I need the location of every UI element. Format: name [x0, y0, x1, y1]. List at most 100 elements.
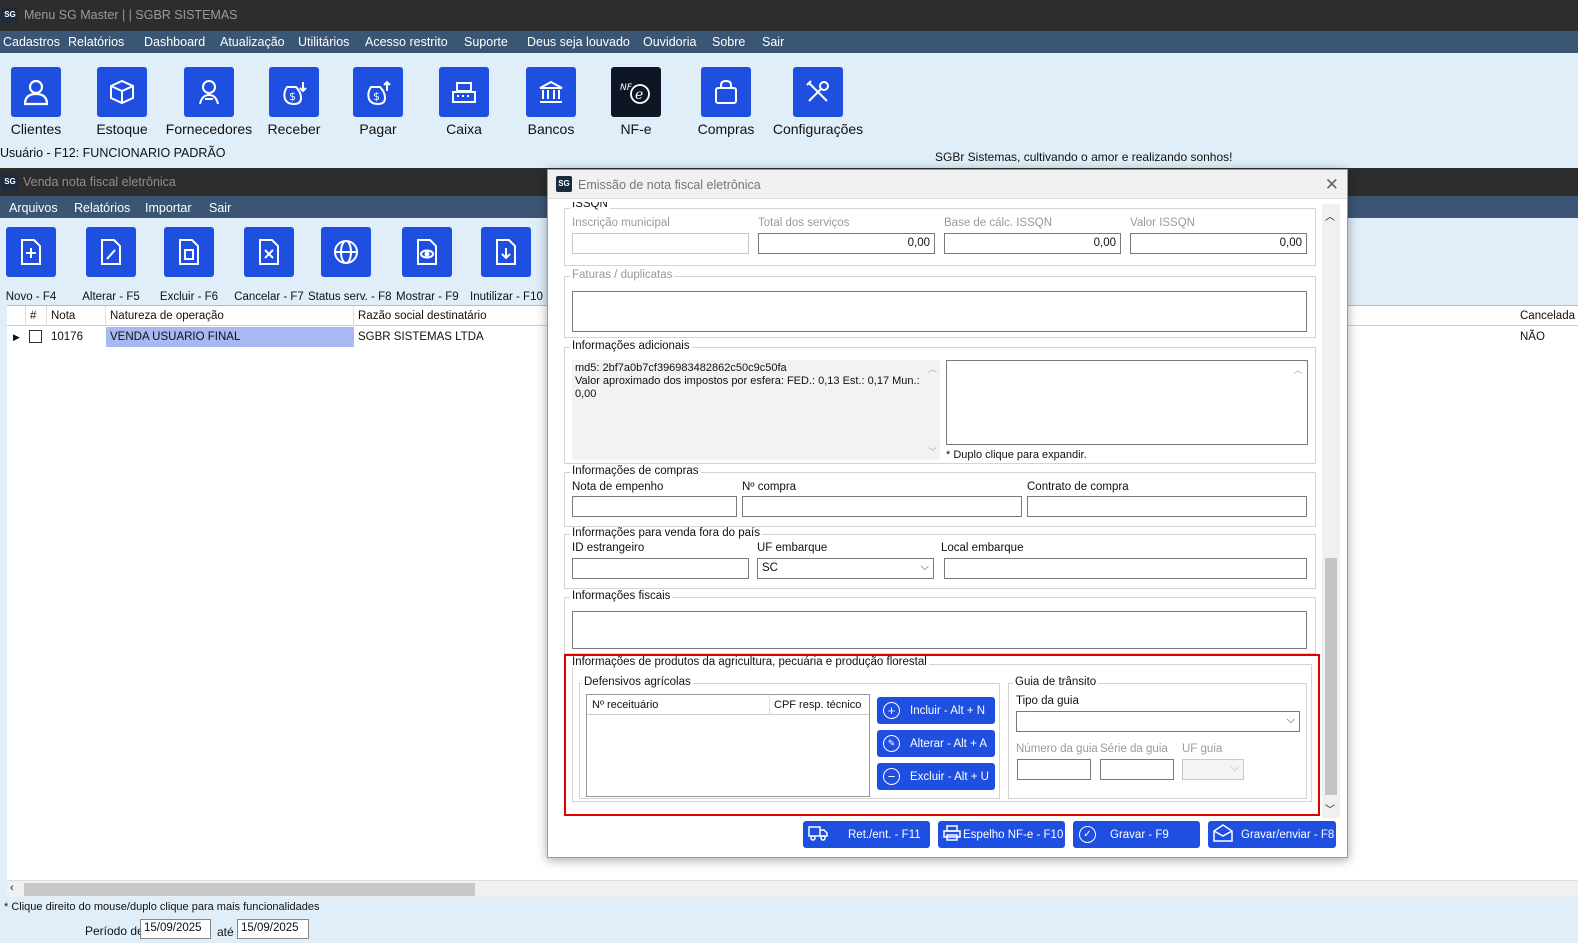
launcher-estoque[interactable]: Estoque — [86, 67, 158, 137]
period-from-input[interactable]: 15/09/2025 — [140, 919, 211, 939]
grid-col-razao[interactable]: Razão social destinatário — [354, 306, 548, 326]
contrato-input[interactable] — [1027, 496, 1307, 517]
col-receituario[interactable]: Nº receituário — [587, 695, 770, 715]
launcher-nfe[interactable]: NF e NF-e — [600, 67, 672, 137]
extra-scrollbar[interactable]: ︿ — [1290, 363, 1306, 442]
mostrar-button[interactable]: Mostrar - F9 — [396, 227, 459, 303]
alterar-agro-button[interactable]: ✎ Alterar - Alt + A — [877, 730, 995, 757]
status-servidor-button[interactable]: Status serv. - F8 — [308, 227, 392, 303]
slogan: SGBr Sistemas, cultivando o amor e reali… — [935, 150, 1233, 164]
tipo-guia-select[interactable]: ⌵ — [1016, 711, 1300, 732]
dialog-vertical-scrollbar[interactable]: ︿ ﹀ — [1322, 204, 1340, 818]
scroll-up-icon[interactable]: ︿ — [928, 362, 937, 375]
menu-relatorios[interactable]: Relatórios — [68, 35, 124, 49]
edit-circle-icon: ✎ — [883, 735, 900, 752]
empenho-input[interactable] — [572, 496, 737, 517]
serie-guia-label: Série da guia — [1100, 743, 1168, 755]
local-embarque-input[interactable] — [944, 558, 1307, 579]
grid-horizontal-scrollbar[interactable]: ‹ — [7, 880, 1578, 897]
exterior-title: Informações para venda fora do país — [570, 527, 762, 539]
ret-ent-button[interactable]: Ret./ent. - F11 — [803, 821, 930, 848]
launcher-caixa[interactable]: Caixa — [428, 67, 500, 137]
menu-sobre[interactable]: Sobre — [712, 35, 745, 49]
excluir-button[interactable]: Excluir - F6 — [158, 227, 220, 303]
dialog-title: Emissão de nota fiscal eletrônica — [578, 178, 761, 192]
local-embarque-label: Local embarque — [941, 542, 1024, 554]
menu-cadastros[interactable]: Cadastros — [3, 35, 60, 49]
cancelar-button[interactable]: Cancelar - F7 — [234, 227, 304, 303]
menu-dashboard[interactable]: Dashboard — [144, 35, 205, 49]
uf-embarque-select[interactable]: SC ⌵ — [757, 558, 934, 579]
info-adicionais-extra[interactable]: ︿ — [946, 360, 1308, 445]
launcher-compras[interactable]: Compras — [690, 67, 762, 137]
scrollbar-thumb[interactable] — [1325, 558, 1337, 795]
menu-sair[interactable]: Sair — [762, 35, 784, 49]
scrollbar-thumb[interactable] — [24, 883, 475, 896]
cash-register-icon — [439, 67, 489, 117]
compra-label: Nº compra — [742, 481, 797, 493]
launcher-fornecedores[interactable]: Fornecedores — [165, 67, 253, 137]
launcher-receber[interactable]: $ Receber — [258, 67, 330, 137]
money-out-icon: $ — [353, 67, 403, 117]
user-icon — [11, 67, 61, 117]
grid-col-cancelada[interactable]: Cancelada — [1516, 306, 1578, 326]
grid-col-nota[interactable]: Nota — [47, 306, 106, 326]
inscricao-input[interactable] — [572, 233, 749, 254]
launcher-configuracoes[interactable]: Configurações — [772, 67, 864, 137]
menu-atualizacao[interactable]: Atualização — [220, 35, 285, 49]
menu-utilitarios[interactable]: Utilitários — [298, 35, 349, 49]
menu-arquivos[interactable]: Arquivos — [9, 201, 58, 215]
id-estrangeiro-input[interactable] — [572, 558, 749, 579]
novo-button[interactable]: Novo - F4 — [2, 227, 60, 303]
base-issqn-input[interactable]: 0,00 — [944, 233, 1121, 254]
faturas-title: Faturas / duplicatas — [570, 269, 675, 281]
uf-guia-select[interactable]: ⌵ — [1182, 759, 1244, 780]
alterar-button[interactable]: Alterar - F5 — [80, 227, 142, 303]
edit-document-icon — [86, 227, 136, 277]
fiscais-input[interactable] — [572, 611, 1307, 649]
user-status: Usuário - F12: FUNCIONARIO PADRÃO — [0, 146, 226, 160]
defensivos-table[interactable]: Nº receituário CPF resp. técnico — [586, 694, 870, 797]
gravar-button[interactable]: ✓ Gravar - F9 — [1073, 821, 1200, 848]
contrato-label: Contrato de compra — [1027, 481, 1129, 493]
numero-guia-input[interactable] — [1017, 759, 1091, 780]
menu-relatorios-sales[interactable]: Relatórios — [74, 201, 130, 215]
supplier-icon — [184, 67, 234, 117]
scroll-down-icon[interactable]: ﹀ — [928, 445, 937, 458]
total-servicos-input[interactable]: 0,00 — [758, 233, 935, 254]
menu-acesso-restrito[interactable]: Acesso restrito — [365, 35, 448, 49]
close-icon[interactable]: ✕ — [1325, 175, 1339, 195]
launcher-bancos[interactable]: Bancos — [515, 67, 587, 137]
download-document-icon — [481, 227, 531, 277]
fiscais-title: Informações fiscais — [570, 590, 673, 602]
scroll-down-icon[interactable]: ﹀ — [1325, 801, 1335, 816]
period-to-input[interactable]: 15/09/2025 — [237, 919, 309, 939]
grid-col-natureza[interactable]: Natureza de operação — [106, 306, 354, 326]
incluir-button[interactable]: + Incluir - Alt + N — [877, 697, 995, 724]
info-adicionais-text[interactable]: md5: 2bf7a0b7cf396983482862c50c9c50fa Va… — [572, 360, 940, 460]
grid-col-hash[interactable]: # — [26, 306, 47, 326]
uf-embarque-value: SC — [762, 562, 778, 574]
menu-deus-seja-louvado[interactable]: Deus seja louvado — [527, 35, 630, 49]
menu-suporte[interactable]: Suporte — [464, 35, 508, 49]
espelho-button[interactable]: Espelho NF-e - F10 — [938, 821, 1065, 848]
excluir-agro-button[interactable]: − Excluir - Alt + U — [877, 763, 995, 790]
menu-ouvidoria[interactable]: Ouvidoria — [643, 35, 697, 49]
launcher-clientes[interactable]: Clientes — [0, 67, 72, 137]
col-cpf[interactable]: CPF resp. técnico — [770, 695, 869, 715]
row-checkbox[interactable] — [29, 330, 42, 343]
faturas-list[interactable] — [572, 291, 1307, 332]
chevron-down-icon: ⌵ — [1286, 714, 1295, 726]
scroll-up-icon[interactable]: ︿ — [1325, 208, 1335, 223]
valor-issqn-input[interactable]: 0,00 — [1130, 233, 1307, 254]
scroll-left-icon[interactable]: ‹ — [10, 882, 14, 894]
gravar-enviar-button[interactable]: Gravar/enviar - F8 — [1208, 821, 1336, 848]
compras-title: Informações de compras — [570, 465, 701, 477]
compra-input[interactable] — [742, 496, 1022, 517]
menu-importar[interactable]: Importar — [145, 201, 192, 215]
menu-sair-sales[interactable]: Sair — [209, 201, 231, 215]
inutilizar-button[interactable]: Inutilizar - F10 — [470, 227, 543, 303]
serie-guia-input[interactable] — [1100, 759, 1174, 780]
cancel-document-icon — [244, 227, 294, 277]
launcher-pagar[interactable]: $ Pagar — [342, 67, 414, 137]
